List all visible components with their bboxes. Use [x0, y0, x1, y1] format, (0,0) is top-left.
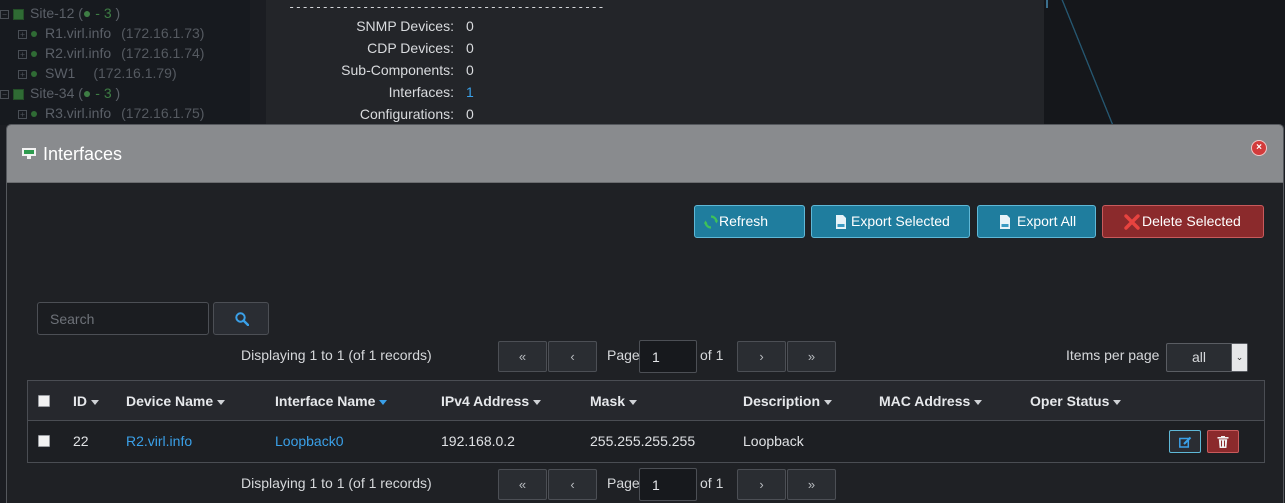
- refresh-button[interactable]: Refresh: [694, 205, 805, 238]
- last-page-button[interactable]: »: [787, 341, 836, 372]
- interfaces-dialog: Interfaces × Refresh Export Selected Exp…: [6, 124, 1284, 503]
- column-header-mask[interactable]: Mask: [590, 381, 638, 421]
- sort-caret-icon: [379, 399, 388, 405]
- next-page-button[interactable]: ›: [737, 469, 786, 500]
- items-per-page-label: Items per page: [1066, 347, 1160, 363]
- page-label: Page: [607, 347, 640, 363]
- expand-icon[interactable]: +: [18, 49, 27, 59]
- column-header-ipv4-address[interactable]: IPv4 Address: [441, 381, 542, 421]
- cell-ipv4-address: 192.168.0.2: [441, 433, 515, 449]
- search-input[interactable]: [37, 302, 209, 335]
- status-dot-icon: [31, 111, 37, 118]
- tree-device-row[interactable]: + R2.virl.info (172.16.1.74): [18, 43, 204, 63]
- column-header-device-name[interactable]: Device Name: [126, 381, 226, 421]
- sort-caret-icon: [824, 399, 833, 405]
- page-total-label: of 1: [700, 347, 724, 363]
- dialog-title: Interfaces: [43, 144, 123, 164]
- expand-icon[interactable]: +: [18, 29, 27, 39]
- first-page-button[interactable]: «: [498, 341, 547, 372]
- page-total-label: of 1: [700, 475, 724, 491]
- summary-divider: ----------------------------------------…: [288, 0, 605, 14]
- site-icon: [13, 8, 24, 20]
- interfaces-table: ID Device Name Interface Name IPv4 Addre…: [27, 380, 1265, 463]
- topology-link-line: [1040, 0, 1135, 125]
- summary-row: Interfaces: 1: [266, 81, 566, 103]
- column-header-description[interactable]: Description: [743, 381, 833, 421]
- next-page-button[interactable]: ›: [737, 341, 786, 372]
- records-count-text: Displaying 1 to 1 (of 1 records): [241, 347, 432, 363]
- status-dot-icon: [31, 51, 37, 58]
- tree-device-row[interactable]: + SW1 (172.16.1.79): [18, 63, 177, 83]
- delete-row-button[interactable]: [1207, 430, 1239, 453]
- status-dot-icon: [31, 71, 37, 78]
- sort-caret-icon: [974, 399, 983, 405]
- edit-icon: [1179, 436, 1192, 448]
- expand-icon[interactable]: −: [0, 9, 9, 19]
- tree-device-row[interactable]: + R1.virl.info (172.16.1.73): [18, 23, 204, 43]
- select-all-checkbox[interactable]: [38, 395, 50, 407]
- expand-icon[interactable]: +: [18, 109, 27, 119]
- sort-caret-icon: [629, 399, 638, 405]
- table-header: ID Device Name Interface Name IPv4 Addre…: [28, 381, 1264, 421]
- export-all-button[interactable]: Export All: [977, 205, 1096, 238]
- prev-page-button[interactable]: ‹: [548, 469, 597, 500]
- summary-row: CDP Devices: 0: [367, 40, 474, 56]
- cell-description: Loopback: [743, 433, 804, 449]
- expand-icon[interactable]: −: [0, 89, 9, 99]
- site-icon: [13, 88, 24, 100]
- column-header-mac-address[interactable]: MAC Address: [879, 381, 983, 421]
- topology-link-stub: [1046, 0, 1048, 8]
- export-selected-button[interactable]: Export Selected: [811, 205, 970, 238]
- search-icon: [235, 312, 249, 326]
- page-number-input[interactable]: [639, 468, 697, 501]
- page-label: Page: [607, 475, 640, 491]
- network-interface-icon: [22, 148, 36, 159]
- interfaces-count-link[interactable]: 1: [466, 81, 474, 103]
- prev-page-button[interactable]: ‹: [548, 341, 597, 372]
- sort-caret-icon: [217, 399, 226, 405]
- interface-name-link[interactable]: Loopback0: [275, 421, 344, 461]
- trash-icon: [1217, 436, 1229, 448]
- column-header-interface-name[interactable]: Interface Name: [275, 381, 388, 421]
- page-number-input[interactable]: [639, 340, 697, 373]
- summary-row: Configurations: 0: [359, 106, 474, 122]
- sort-caret-icon: [1113, 399, 1122, 405]
- chevron-down-icon: ⌄: [1231, 344, 1247, 371]
- summary-row: SNMP Devices: 0: [356, 18, 474, 34]
- first-page-button[interactable]: «: [498, 469, 547, 500]
- close-dialog-button[interactable]: ×: [1251, 140, 1267, 156]
- delete-x-icon: [1124, 214, 1140, 230]
- file-export-icon: [836, 215, 846, 229]
- summary-row: Sub-Components: 0: [341, 62, 474, 78]
- cell-id: 22: [73, 433, 89, 449]
- tree-device-row[interactable]: + R3.virl.info (172.16.1.75): [18, 103, 204, 123]
- items-per-page-select[interactable]: all ⌄: [1166, 343, 1248, 372]
- records-count-text: Displaying 1 to 1 (of 1 records): [241, 475, 432, 491]
- device-name-link[interactable]: R2.virl.info: [126, 421, 192, 461]
- refresh-icon: [704, 215, 718, 229]
- status-dot-icon: [31, 31, 37, 38]
- last-page-button[interactable]: »: [787, 469, 836, 500]
- sort-caret-icon: [533, 399, 542, 405]
- edit-row-button[interactable]: [1169, 430, 1201, 453]
- file-export-icon: [1000, 215, 1010, 229]
- dialog-header[interactable]: Interfaces ×: [7, 125, 1283, 183]
- tree-site-row[interactable]: − Site-12 (● - 3 ): [0, 3, 120, 23]
- row-checkbox[interactable]: [38, 435, 50, 447]
- tree-site-row[interactable]: − Site-34 (● - 3 ): [0, 83, 120, 103]
- column-header-id[interactable]: ID: [73, 381, 99, 421]
- device-tree: − Site-12 (● - 3 ) + R1.virl.info (172.16.1…: [0, 0, 250, 125]
- sort-caret-icon: [91, 399, 99, 405]
- delete-selected-button[interactable]: Delete Selected: [1102, 205, 1264, 238]
- search-button[interactable]: [213, 302, 269, 335]
- column-header-oper-status[interactable]: Oper Status: [1030, 381, 1122, 421]
- summary-panel: ----------------------------------------…: [266, 0, 1044, 125]
- table-row[interactable]: 22 R2.virl.info Loopback0 192.168.0.2 25…: [28, 421, 1264, 462]
- expand-icon[interactable]: +: [18, 69, 27, 79]
- cell-mask: 255.255.255.255: [590, 433, 696, 449]
